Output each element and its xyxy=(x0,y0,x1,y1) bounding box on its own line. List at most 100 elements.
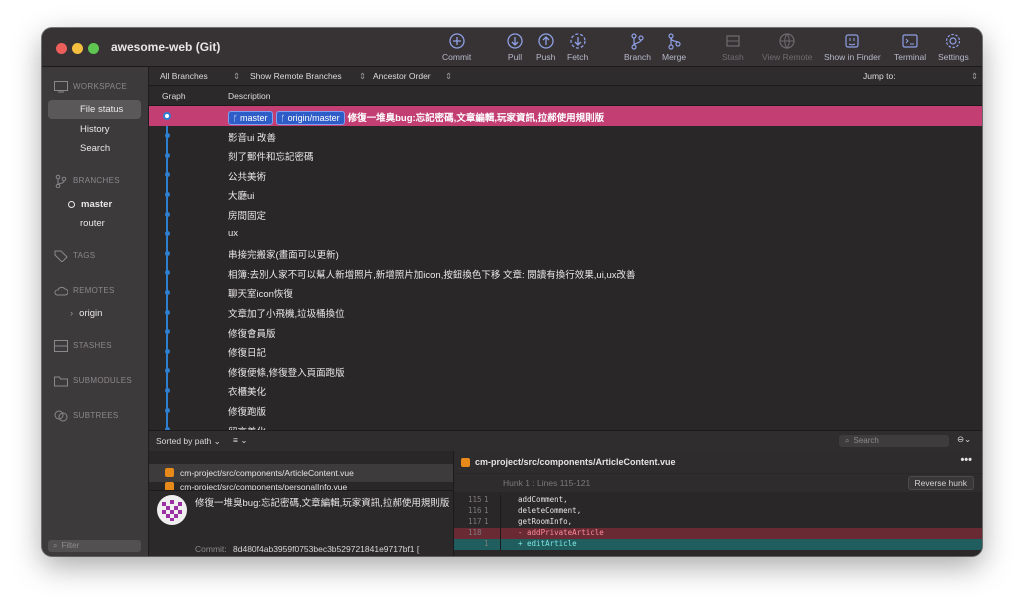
commit-description: 影音ui 改善 xyxy=(228,130,276,144)
modified-file-icon xyxy=(165,468,174,477)
settings-button[interactable]: Settings xyxy=(938,32,969,62)
branch-badge[interactable]: ᚴ origin/master xyxy=(275,111,345,125)
commit-row[interactable]: ᚴ master ᚴ origin/master 修復一堆臭bug:忘記密碼,文章編… xyxy=(149,106,982,126)
commit-hash[interactable]: 8d480f4ab3959f0753bec3b529721841e9717bf1… xyxy=(233,544,419,554)
commit-row[interactable]: 衣櫃美化 xyxy=(149,380,982,400)
file-search-input[interactable]: ⌕ Search xyxy=(839,435,949,447)
push-button[interactable]: Push xyxy=(536,32,555,62)
search-placeholder: Search xyxy=(853,436,879,445)
commit-row[interactable]: 刻了郵件和忘記密碼 xyxy=(149,145,982,165)
commit-message: 房間固定 xyxy=(228,211,267,222)
commit-button[interactable]: Commit xyxy=(442,32,471,62)
remote-branches-select[interactable]: Show Remote Branches xyxy=(250,71,342,81)
commit-row[interactable]: 公共美術 xyxy=(149,165,982,185)
description-column-header[interactable]: Description xyxy=(228,91,271,101)
commit-message: 修復會員版 xyxy=(228,328,276,340)
commit-row[interactable]: 大廳ui xyxy=(149,184,982,204)
sidebar-item-branch-master[interactable]: master xyxy=(68,199,112,210)
commit-row[interactable]: 修復會員版 xyxy=(149,322,982,342)
line-numbers: 118 xyxy=(454,528,501,537)
commit-row[interactable]: 修復便條,修復登入頁面跑版 xyxy=(149,361,982,381)
tags-section[interactable]: TAGS xyxy=(54,250,95,263)
commit-row[interactable]: 聊天室icon恢復 xyxy=(149,282,982,302)
options-menu-button[interactable]: ⊖⌄ xyxy=(957,434,971,445)
commit-row[interactable]: 文章加了小飛機,垃圾桶換位 xyxy=(149,302,982,322)
branch-master-label: master xyxy=(81,199,113,210)
minimize-window-button[interactable] xyxy=(72,43,83,54)
view-mode-select[interactable]: ≡ ⌄ xyxy=(233,435,247,446)
workspace-section[interactable]: WORKSPACE xyxy=(54,81,127,93)
show-in-finder-button[interactable]: Show in Finder xyxy=(824,32,881,62)
branch-icon xyxy=(631,33,645,50)
file-path: cm-project/src/components/personalInfo.v… xyxy=(180,482,348,490)
stash-button[interactable]: Stash xyxy=(722,32,744,62)
view-remote-button[interactable]: View Remote xyxy=(762,32,812,62)
commit-description: 公共美術 xyxy=(228,169,266,183)
jump-to-select[interactable]: Jump to: xyxy=(863,71,896,81)
commit-list[interactable]: ᚴ master ᚴ origin/master 修復一堆臭bug:忘記密碼,文章編… xyxy=(149,106,982,430)
diff-line[interactable]: 115 1 addComment, xyxy=(454,495,982,506)
subtrees-section[interactable]: SUBTREES xyxy=(54,410,119,422)
reverse-hunk-button[interactable]: Reverse hunk xyxy=(907,476,974,490)
commit-row[interactable]: 留言美化 xyxy=(149,420,982,430)
commit-row[interactable]: 影音ui 改善 xyxy=(149,126,982,146)
push-label: Push xyxy=(536,52,556,62)
commit-label: Commit xyxy=(442,52,472,62)
chevron-updown-icon: ⇕ xyxy=(445,71,453,81)
sidebar-item-search[interactable]: Search xyxy=(80,143,110,154)
commit-description: 修復跑版 xyxy=(228,404,266,418)
commit-row[interactable]: 修復日記 xyxy=(149,341,982,361)
fetch-button[interactable]: Fetch xyxy=(567,32,588,62)
diff-line[interactable]: 118 - addPrivateArticle xyxy=(454,528,982,539)
graph-column-header[interactable]: Graph xyxy=(162,91,186,101)
commit-message: 大廳ui xyxy=(228,191,255,203)
terminal-button[interactable]: Terminal xyxy=(894,32,926,62)
sidebar-item-file-status[interactable]: File status xyxy=(80,104,123,115)
file-row[interactable]: cm-project/src/components/ArticleContent… xyxy=(149,464,453,482)
branch-icon xyxy=(55,174,67,189)
branches-section[interactable]: BRANCHES xyxy=(54,174,120,189)
commit-row[interactable]: ux xyxy=(149,224,982,244)
sidebar-item-history[interactable]: History xyxy=(80,124,110,135)
line-gutter xyxy=(500,539,501,550)
stashes-section[interactable]: STASHES xyxy=(54,340,112,352)
commit-node xyxy=(164,368,170,374)
diff-line[interactable]: 116 1 deleteComment, xyxy=(454,506,982,517)
file-row[interactable]: cm-project/src/components/personalInfo.v… xyxy=(149,482,453,490)
stash-label: Stash xyxy=(722,52,744,62)
code-text: deleteComment, xyxy=(518,506,582,515)
remotes-section[interactable]: REMOTES xyxy=(54,285,115,297)
merge-button[interactable]: Merge xyxy=(662,32,686,62)
diff-line[interactable]: 1 + editArticle xyxy=(454,539,982,550)
close-window-button[interactable] xyxy=(56,43,67,54)
commit-message: 修復日記 xyxy=(228,348,267,360)
commit-node xyxy=(164,133,170,139)
file-path: cm-project/src/components/ArticleContent… xyxy=(180,468,354,478)
chevron-right-icon: › xyxy=(70,308,74,319)
branch-button[interactable]: Branch xyxy=(624,32,651,62)
commit-node xyxy=(164,348,170,354)
commit-row[interactable]: 相簿:去別人家不可以幫人新增照片,新增照片加icon,按鈕換色下移 文章: 閱讀… xyxy=(149,263,982,283)
sort-select[interactable]: Sorted by path ⌄ xyxy=(156,436,221,447)
pull-button[interactable]: Pull xyxy=(506,32,524,62)
list-icon: ≡ xyxy=(233,435,238,445)
commit-node xyxy=(164,289,170,295)
commit-message: 衣櫃美化 xyxy=(228,387,267,399)
subtree-icon xyxy=(54,410,68,422)
stash-icon xyxy=(726,35,740,47)
commit-row[interactable]: 房間固定 xyxy=(149,204,982,224)
sidebar-item-branch-router[interactable]: router xyxy=(80,218,105,229)
commit-row[interactable]: 修復跑版 xyxy=(149,400,982,420)
branches-filter-select[interactable]: All Branches xyxy=(160,71,208,81)
maximize-window-button[interactable] xyxy=(88,43,99,54)
sidebar-filter-input[interactable]: ⌕ Filter xyxy=(48,540,141,552)
diff-line[interactable]: 117 1 getRoomInfo, xyxy=(454,517,982,528)
order-select[interactable]: Ancestor Order xyxy=(373,71,431,81)
file-list-toolbar: Sorted by path ⌄ ≡ ⌄ ⌕ Search ⊖⌄ xyxy=(149,430,982,451)
commit-row[interactable]: 串接完搬家(畫面可以更新) xyxy=(149,243,982,263)
branch-badge[interactable]: ᚴ master xyxy=(228,111,273,125)
sidebar-item-remote-origin[interactable]: › origin xyxy=(70,308,102,319)
submodules-section[interactable]: SUBMODULES xyxy=(54,375,132,387)
more-options-icon[interactable]: ••• xyxy=(960,454,972,466)
cloud-icon xyxy=(54,286,69,296)
